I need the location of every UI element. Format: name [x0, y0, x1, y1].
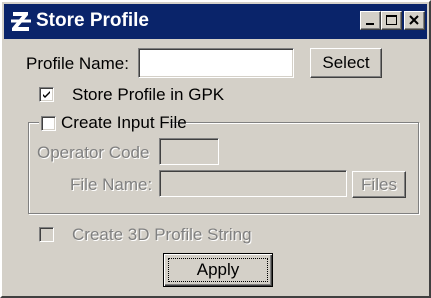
files-button[interactable]: Files — [352, 171, 406, 198]
profile-name-label: Profile Name: — [26, 54, 129, 73]
apply-button-label: Apply — [196, 260, 240, 279]
create-input-file-legend: Create Input File — [39, 113, 187, 133]
file-name-label: File Name: — [70, 175, 153, 194]
maximize-button[interactable] — [381, 11, 402, 30]
file-name-input[interactable] — [159, 170, 347, 197]
checkmark-icon — [43, 91, 50, 98]
minimize-button[interactable] — [360, 11, 381, 30]
create-input-file-checkbox[interactable] — [41, 116, 56, 131]
app-logo-icon — [11, 12, 31, 31]
close-icon — [409, 15, 419, 25]
create-input-file-label[interactable]: Create Input File — [61, 113, 187, 133]
window-title: Store Profile — [36, 10, 149, 31]
store-in-gpk-label[interactable]: Store Profile in GPK — [72, 85, 224, 105]
profile-name-input[interactable] — [138, 48, 294, 78]
maximize-icon — [386, 15, 397, 25]
operator-code-input[interactable] — [159, 138, 219, 165]
minimize-icon — [366, 23, 374, 25]
store-in-gpk-checkbox[interactable] — [39, 87, 54, 102]
title-bar[interactable]: Store Profile — [4, 4, 427, 39]
create-3d-profile-label: Create 3D Profile String — [72, 225, 252, 244]
create-input-file-group — [28, 122, 419, 214]
operator-code-label: Operator Code — [37, 143, 150, 162]
apply-button[interactable]: Apply — [163, 253, 273, 287]
store-profile-dialog: Store Profile Profile Name: Select Store… — [0, 0, 431, 298]
select-button[interactable]: Select — [310, 48, 382, 78]
create-3d-profile-checkbox[interactable] — [39, 227, 54, 242]
close-button[interactable] — [404, 11, 425, 30]
